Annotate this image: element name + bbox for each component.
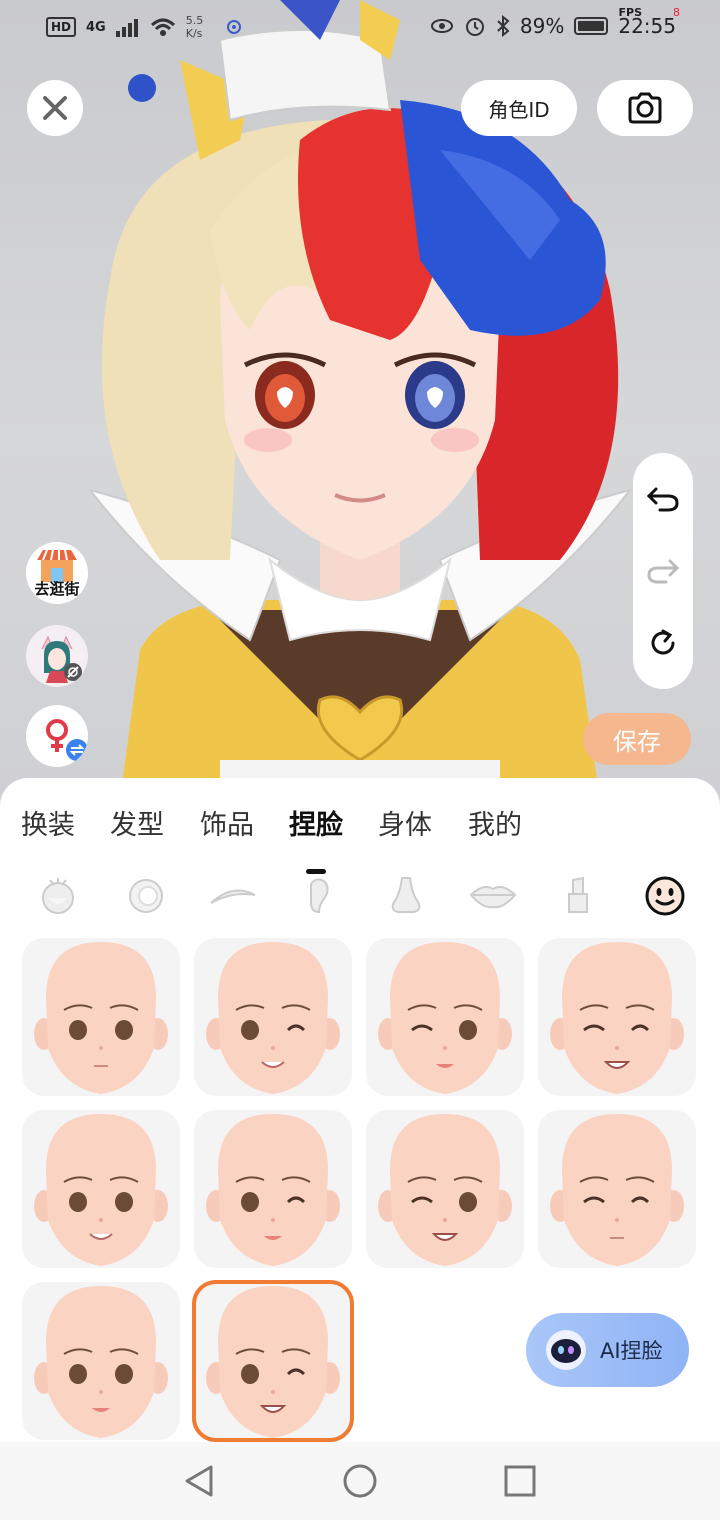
system-nav-bar [0, 1442, 720, 1520]
reset-icon [651, 629, 675, 655]
face-preset-card[interactable] [538, 938, 696, 1096]
save-button[interactable]: 保存 [583, 713, 691, 765]
tab-mine[interactable]: 我的 [468, 804, 522, 848]
tab-outfit[interactable]: 换装 [21, 804, 75, 848]
ear-button[interactable] [296, 874, 340, 918]
face-preview [378, 1114, 512, 1266]
face-part-selector [0, 874, 720, 924]
face-shape-button[interactable] [36, 874, 80, 918]
eye-button[interactable] [124, 874, 168, 918]
face-preview [550, 942, 684, 1094]
lips-button[interactable] [468, 874, 518, 918]
face-preset-card[interactable] [538, 1110, 696, 1268]
face-preview [378, 942, 512, 1094]
tab-accessories[interactable]: 饰品 [200, 804, 254, 848]
face-preview [206, 942, 340, 1094]
edit-tool-rail [633, 453, 693, 689]
signal-icon [115, 19, 138, 37]
face-preset-card[interactable] [22, 1110, 180, 1268]
tab-hairstyle[interactable]: 发型 [110, 804, 164, 848]
eye-comfort-icon [430, 19, 453, 33]
reset-button[interactable] [643, 623, 683, 663]
nose-icon [391, 877, 421, 913]
status-bar: HD 4G 5.5 K/s FPS 8 89% 22:55 [0, 0, 720, 58]
eyebrow-button[interactable] [208, 874, 258, 918]
expression-icon [645, 876, 685, 916]
face-preview [34, 1286, 168, 1438]
hd-badge: HD [46, 17, 77, 37]
tab-face[interactable]: 捏脸 [289, 804, 343, 848]
lips-icon [469, 886, 517, 909]
home-circle-icon [343, 1464, 377, 1498]
face-preview [206, 1286, 340, 1438]
close-icon [43, 96, 67, 120]
battery-icon [574, 17, 609, 35]
role-id-label: 角色ID [488, 97, 550, 122]
face-preset-card[interactable] [192, 1280, 354, 1442]
nose-button[interactable] [384, 874, 428, 918]
face-shape-icon [42, 878, 74, 914]
eyebrow-icon [210, 889, 256, 904]
role-id-button[interactable]: 角色ID [461, 80, 577, 136]
net-speed: 5.5 K/s [185, 14, 204, 40]
ear-icon [310, 878, 329, 914]
redo-button[interactable] [643, 551, 683, 591]
face-preset-card[interactable] [22, 938, 180, 1096]
go-shopping-button[interactable]: 去逛街 [26, 542, 88, 604]
network-type: 4G [86, 19, 106, 35]
edit-panel: 换装 发型 饰品 捏脸 身体 我的 AI捏脸 [0, 778, 720, 1442]
category-tabs: 换装 发型 饰品 捏脸 身体 我的 [0, 796, 720, 874]
profile-avatar-button[interactable] [26, 625, 88, 687]
face-preview [206, 1114, 340, 1266]
go-shopping-label: 去逛街 [34, 579, 80, 598]
lipstick-button[interactable] [556, 874, 600, 918]
expression-button[interactable] [643, 874, 687, 918]
lipstick-icon [568, 876, 588, 913]
bluetooth-icon [497, 15, 510, 37]
recents-square-icon [504, 1465, 536, 1497]
face-preset-card[interactable] [194, 938, 352, 1096]
ai-face-button[interactable]: AI捏脸 [526, 1313, 689, 1387]
gender-switch-button[interactable] [26, 705, 88, 767]
app-status-icon [226, 20, 241, 34]
face-preview [550, 1114, 684, 1266]
undo-icon [646, 487, 679, 512]
nav-home-button[interactable] [340, 1461, 380, 1501]
face-preset-card[interactable] [366, 1110, 524, 1268]
close-button[interactable] [27, 80, 83, 136]
alarm-icon [465, 18, 484, 36]
hide-badge-icon [64, 663, 82, 681]
wifi-icon [150, 18, 175, 36]
face-preset-card[interactable] [366, 938, 524, 1096]
ai-face-label: AI捏脸 [600, 1339, 663, 1363]
face-preview [34, 942, 168, 1094]
camera-icon [628, 92, 662, 124]
face-preview [34, 1114, 168, 1266]
ai-robot-icon [546, 1330, 586, 1370]
undo-button[interactable] [643, 479, 683, 519]
tab-body[interactable]: 身体 [378, 804, 432, 848]
avatar-stage[interactable]: HD 4G 5.5 K/s FPS 8 89% 22:55 角色ID 保存 去逛… [0, 0, 720, 800]
nav-back-button[interactable] [180, 1461, 220, 1501]
swap-icon [66, 739, 88, 761]
save-label: 保存 [613, 727, 661, 756]
face-preset-card[interactable] [194, 1110, 352, 1268]
camera-button[interactable] [597, 80, 693, 136]
redo-icon [647, 559, 680, 584]
clock: 22:55 [618, 14, 676, 38]
battery-percent: 89% [519, 14, 565, 38]
eye-icon [129, 879, 163, 913]
back-triangle-icon [185, 1465, 213, 1497]
face-preset-card[interactable] [22, 1282, 180, 1440]
nav-recents-button[interactable] [500, 1461, 540, 1501]
